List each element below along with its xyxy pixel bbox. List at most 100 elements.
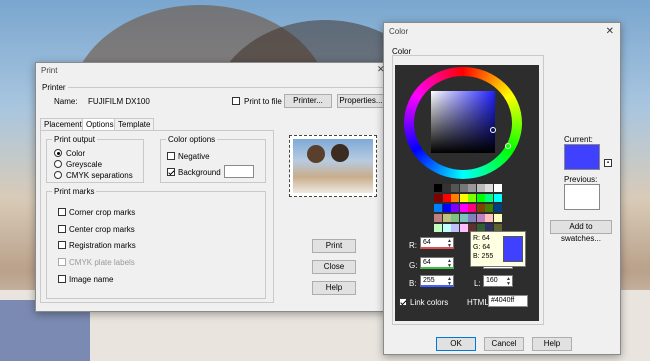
color-swatch[interactable] [459, 194, 468, 202]
help-button[interactable]: Help [312, 281, 356, 295]
html-field[interactable]: #4040ff [488, 295, 528, 307]
color-swatch[interactable] [434, 194, 442, 202]
tooltip-b: B: 255 [473, 253, 494, 260]
print-dialog-title: Print [41, 66, 58, 75]
g-label: G: [409, 261, 418, 270]
image-name-checkbox[interactable] [58, 275, 66, 283]
color-swatch[interactable] [459, 184, 468, 192]
current-color-swatch [564, 144, 600, 170]
registration-marks-checkbox[interactable] [58, 241, 66, 249]
cmyk-separations-label: CMYK separations [66, 171, 133, 180]
background-checkbox[interactable] [167, 168, 175, 176]
color-radio[interactable] [54, 149, 62, 157]
spin-arrows-icon[interactable]: ▲▼ [506, 277, 511, 287]
printer-name-value: FUJIFILM DX100 [88, 97, 150, 106]
spin-arrows-icon[interactable]: ▲▼ [447, 277, 452, 287]
properties-button[interactable]: Properties... [337, 94, 385, 108]
print-to-file-checkbox[interactable] [232, 97, 240, 105]
color-swatch[interactable] [459, 214, 468, 222]
print-to-file-label: Print to file [244, 97, 282, 106]
negative-checkbox[interactable] [167, 152, 175, 160]
current-label: Current: [564, 135, 593, 144]
color-swatch[interactable] [468, 204, 476, 212]
spin-arrows-icon[interactable]: ▲▼ [447, 259, 452, 269]
close-icon[interactable]: ✕ [606, 23, 614, 41]
printer-group-label: Printer [40, 83, 68, 92]
g-value: 64 [423, 259, 431, 266]
eyedropper-icon[interactable]: ▪ [604, 159, 612, 167]
sv-marker-icon [490, 127, 496, 133]
color-swatch[interactable] [468, 214, 476, 222]
tab-template[interactable]: Template [114, 118, 155, 130]
r-label: R: [409, 241, 417, 250]
cmyk-separations-radio[interactable] [54, 171, 62, 179]
color-swatch[interactable] [459, 224, 468, 232]
previous-color-swatch[interactable] [564, 184, 600, 210]
color-swatch[interactable] [442, 204, 451, 212]
color-swatch[interactable] [476, 194, 485, 202]
link-colors-checkbox[interactable] [399, 298, 407, 306]
ok-button[interactable]: OK [436, 337, 476, 351]
color-swatch[interactable] [434, 224, 442, 232]
add-to-swatches-button[interactable]: Add to swatches... [550, 220, 612, 243]
center-crop-marks-label: Center crop marks [69, 225, 135, 234]
r-value: 64 [423, 239, 431, 246]
corner-crop-marks-label: Corner crop marks [69, 208, 136, 217]
color-swatch[interactable] [468, 184, 476, 192]
color-swatch[interactable] [451, 194, 459, 202]
color-swatch[interactable] [485, 194, 493, 202]
tab-options[interactable]: Options [82, 118, 118, 130]
g-field[interactable]: 64 ▲ ▼ [420, 257, 454, 269]
color-swatch[interactable] [493, 204, 502, 212]
link-colors-label: Link colors [410, 298, 449, 307]
print-marks-label: Print marks [52, 187, 97, 196]
color-swatch[interactable] [485, 204, 493, 212]
color-swatch[interactable] [493, 194, 502, 202]
color-swatch[interactable] [442, 214, 451, 222]
color-swatch[interactable] [493, 214, 502, 222]
help-button[interactable]: Help [532, 337, 572, 351]
color-swatch[interactable] [485, 214, 493, 222]
cmyk-plate-labels-checkbox[interactable] [58, 258, 66, 266]
cancel-button[interactable]: Cancel [484, 337, 524, 351]
color-swatch[interactable] [451, 204, 459, 212]
print-close-icon[interactable]: ✕ [377, 64, 644, 75]
l-value: 160 [486, 277, 498, 284]
center-crop-marks-checkbox[interactable] [58, 225, 66, 233]
print-button[interactable]: Print [312, 239, 356, 253]
color-swatch[interactable] [442, 224, 451, 232]
color-swatch[interactable] [485, 184, 493, 192]
color-swatch[interactable] [451, 184, 459, 192]
color-swatch[interactable] [476, 184, 485, 192]
close-button[interactable]: Close [312, 260, 356, 274]
b-value: 255 [423, 277, 435, 284]
l-label: L: [474, 279, 481, 288]
color-swatch[interactable] [434, 214, 442, 222]
spin-arrows-icon[interactable]: ▲▼ [447, 239, 452, 249]
color-swatch[interactable] [459, 204, 468, 212]
corner-crop-marks-checkbox[interactable] [58, 208, 66, 216]
color-swatch[interactable] [476, 214, 485, 222]
color-swatch[interactable] [476, 204, 485, 212]
color-radio-label: Color [66, 149, 86, 158]
hue-marker-icon [505, 143, 511, 149]
tab-placement[interactable]: Placement [40, 118, 86, 130]
registration-marks-label: Registration marks [69, 241, 136, 250]
l-field[interactable]: 160 ▲ ▼ [483, 275, 513, 287]
color-swatch[interactable] [468, 194, 476, 202]
saturation-value-square[interactable] [431, 91, 495, 153]
b-field[interactable]: 255 ▲ ▼ [420, 275, 454, 287]
color-swatch[interactable] [451, 214, 459, 222]
color-swatch[interactable] [493, 184, 502, 192]
r-field[interactable]: 64 ▲ ▼ [420, 237, 454, 249]
color-swatch[interactable] [434, 204, 442, 212]
b-label: B: [409, 279, 417, 288]
greyscale-radio[interactable] [54, 160, 62, 168]
color-swatch[interactable] [451, 224, 459, 232]
color-swatch[interactable] [442, 194, 451, 202]
background-color-box[interactable] [224, 165, 254, 178]
color-swatch[interactable] [434, 184, 442, 192]
printer-button[interactable]: Printer... [284, 94, 332, 108]
color-swatch[interactable] [442, 184, 451, 192]
print-dialog: Print Printer Name: FUJIFILM DX100 Print… [35, 62, 390, 312]
